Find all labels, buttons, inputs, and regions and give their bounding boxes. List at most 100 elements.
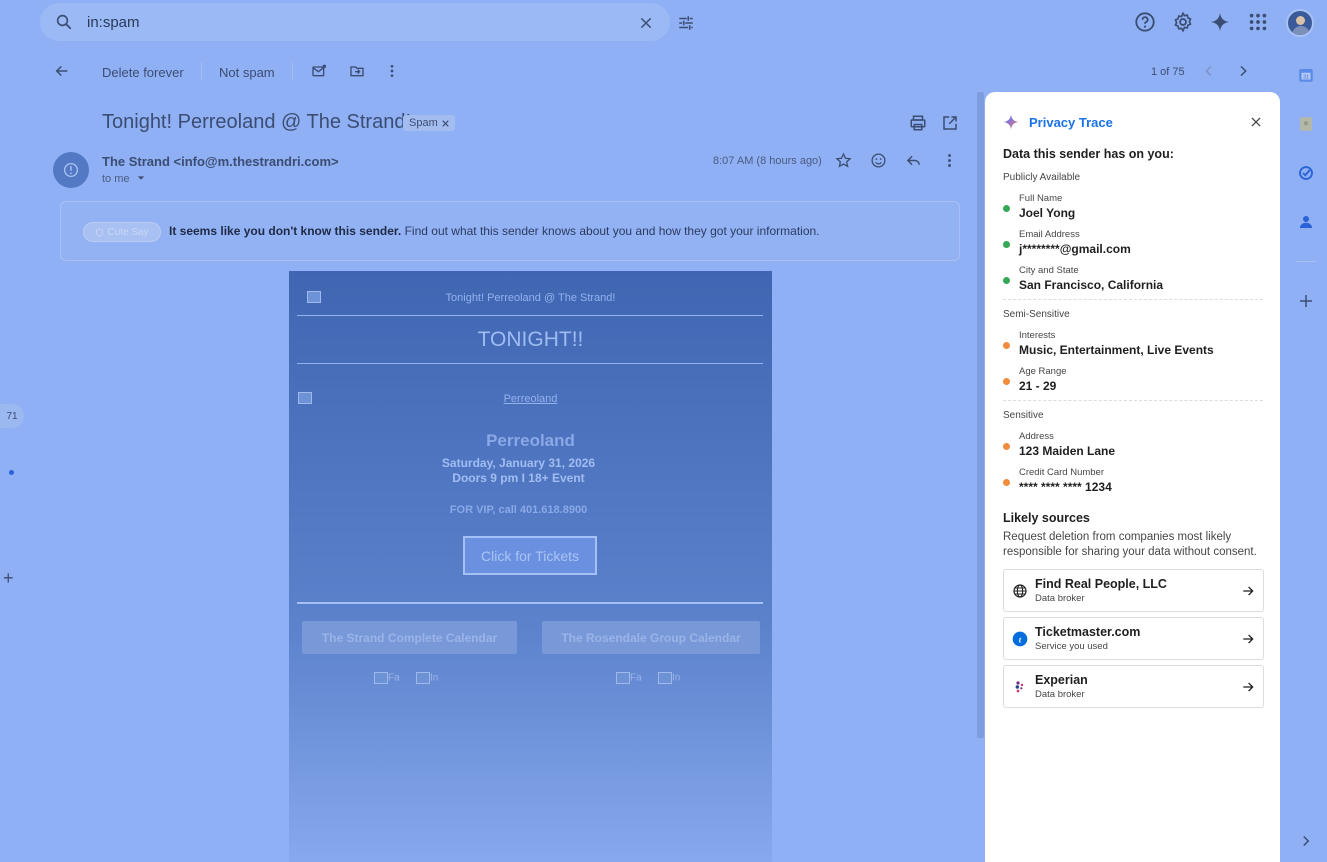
arrow-right-icon[interactable]	[1241, 680, 1255, 694]
mark-unread-icon[interactable]	[311, 63, 327, 79]
contacts-icon[interactable]	[1297, 213, 1315, 231]
calendar-icon[interactable]: 31	[1297, 66, 1315, 84]
recipient-details[interactable]: to me	[102, 173, 145, 185]
gemini-icon[interactable]	[1209, 11, 1231, 33]
rosendale-calendar-button[interactable]: The Rosendale Group Calendar	[542, 621, 760, 654]
event-image-link[interactable]: Perreoland	[289, 393, 772, 405]
add-addon-icon[interactable]	[1297, 292, 1315, 310]
source-card-experian[interactable]: Experian Data broker	[1003, 665, 1264, 708]
arrow-right-icon[interactable]	[1241, 584, 1255, 598]
next-page-icon[interactable]	[1235, 63, 1251, 79]
chevron-down-icon[interactable]	[137, 174, 145, 182]
tasks-icon[interactable]	[1297, 164, 1315, 182]
expand-panel-icon[interactable]	[1297, 832, 1315, 850]
divider	[297, 602, 763, 604]
data-item-value: San Francisco, California	[1019, 278, 1164, 292]
toolbar-divider	[292, 62, 293, 80]
sender-avatar[interactable]	[53, 152, 89, 188]
help-icon[interactable]	[1134, 11, 1156, 33]
section-divider	[1003, 299, 1263, 300]
search-bar[interactable]: in:spam	[40, 3, 693, 41]
source-type: Data broker	[1035, 593, 1085, 604]
search-options-icon[interactable]	[677, 14, 695, 32]
experian-icon	[1015, 681, 1024, 693]
source-card-ticketmaster[interactable]: t Ticketmaster.com Service you used	[1003, 617, 1264, 660]
event-doors: Doors 9 pm I 18+ Event	[452, 471, 585, 485]
delete-forever-button[interactable]: Delete forever	[102, 62, 184, 82]
data-item-city-state: City and State San Francisco, California	[1003, 265, 1263, 297]
reply-icon[interactable]	[905, 152, 922, 169]
scrollbar[interactable]	[977, 92, 984, 738]
privacy-trace-panel: Privacy Trace Data this sender has on yo…	[985, 92, 1280, 862]
sensitive-status-dot	[1003, 479, 1010, 486]
data-item-label: Full Name	[1019, 193, 1063, 204]
spam-label-chip[interactable]: Spam	[403, 115, 455, 131]
emoji-reaction-icon[interactable]	[870, 152, 887, 169]
unread-count-badge[interactable]: 71	[0, 404, 24, 428]
warning-circle-icon	[63, 162, 79, 178]
headline: TONIGHT!!	[477, 328, 584, 351]
click-for-tickets-button[interactable]: Click for Tickets	[463, 536, 597, 575]
data-item-label: City and State	[1019, 265, 1079, 276]
likely-sources-description: Request deletion from companies most lik…	[1003, 531, 1257, 558]
data-item-value: 123 Maiden Lane	[1019, 444, 1116, 458]
print-icon[interactable]	[909, 114, 927, 132]
social-alt: Fa	[388, 672, 400, 684]
public-status-dot	[1003, 241, 1010, 248]
arrow-right-icon[interactable]	[1241, 632, 1255, 646]
source-name: Ticketmaster.com	[1035, 625, 1141, 639]
privacy-pill-button[interactable]: Cute Say	[83, 222, 161, 242]
spam-label-text: Spam	[409, 117, 438, 129]
recipient-label: to me	[102, 173, 130, 185]
banner-message: It seems like you don't know this sender…	[169, 224, 820, 238]
privacy-pill-label: Cute Say	[107, 226, 149, 238]
broken-image-icon	[658, 672, 672, 684]
social-alt: In	[430, 672, 439, 684]
broken-image-icon	[616, 672, 630, 684]
social-alt: Fa	[630, 672, 642, 684]
section-sensitive-label: Sensitive	[1003, 410, 1044, 421]
sender-name[interactable]: The Strand <info@m.thestrandri.com>	[102, 154, 339, 169]
data-item-address: Address 123 Maiden Lane	[1003, 431, 1263, 463]
facebook-link[interactable]: Fa	[616, 672, 642, 684]
search-input[interactable]: in:spam	[87, 14, 140, 31]
instagram-link[interactable]: In	[416, 672, 438, 684]
account-avatar[interactable]	[1286, 9, 1314, 37]
message-more-icon[interactable]	[941, 152, 958, 169]
clear-search-icon[interactable]	[638, 15, 654, 31]
status-dot	[9, 470, 14, 475]
source-card-find-real-people[interactable]: Find Real People, LLC Data broker	[1003, 569, 1264, 612]
remove-label-icon[interactable]	[442, 119, 449, 127]
star-icon[interactable]	[835, 152, 852, 169]
keep-icon[interactable]	[1297, 115, 1315, 133]
strand-calendar-button[interactable]: The Strand Complete Calendar	[302, 621, 517, 654]
move-to-icon[interactable]	[349, 63, 365, 79]
not-spam-button[interactable]: Not spam	[219, 62, 275, 82]
facebook-link[interactable]: Fa	[374, 672, 400, 684]
gemini-sparkle-icon	[1003, 114, 1019, 130]
prev-page-icon[interactable]	[1201, 63, 1217, 79]
semi-sensitive-status-dot	[1003, 378, 1010, 385]
open-in-new-window-icon[interactable]	[941, 114, 959, 132]
shield-icon	[96, 227, 104, 237]
data-item-value: 21 - 29	[1019, 379, 1057, 393]
close-icon[interactable]	[1249, 115, 1263, 129]
data-item-value: j********@gmail.com	[1019, 242, 1131, 256]
data-item-label: Email Address	[1019, 229, 1080, 240]
data-item-full-name: Full Name Joel Yong	[1003, 193, 1263, 225]
event-date: Saturday, January 31, 2026	[441, 456, 596, 470]
search-icon[interactable]	[55, 13, 73, 31]
back-arrow-icon[interactable]	[54, 63, 70, 79]
add-label-icon[interactable]: +	[3, 568, 14, 589]
apps-grid-icon[interactable]	[1247, 11, 1269, 33]
section-public-label: Publicly Available	[1003, 172, 1081, 183]
email-subject: Tonight! Perreoland @ The Strand!	[102, 111, 412, 133]
instagram-link[interactable]: In	[658, 672, 680, 684]
globe-icon	[1013, 584, 1027, 598]
data-item-label: Credit Card Number	[1019, 467, 1104, 478]
banner-message-bold: It seems like you don't know this sender…	[169, 224, 402, 238]
divider	[297, 315, 763, 316]
settings-icon[interactable]	[1172, 11, 1194, 33]
public-status-dot	[1003, 277, 1010, 284]
more-options-icon[interactable]	[384, 63, 400, 79]
